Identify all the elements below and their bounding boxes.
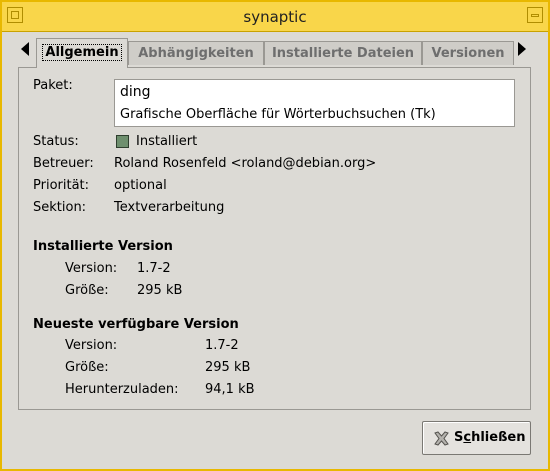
priority-value: optional [114,178,167,193]
status-value: Installiert [136,134,198,149]
package-label: Paket: [33,78,73,93]
maintainer-value: Roland Rosenfeld <roland@debian.org> [114,156,377,171]
tab-allgemein[interactable]: Allgemein [36,38,128,68]
close-label-prefix: S [454,430,464,445]
tab-versionen-label: Versionen [431,46,505,61]
status-indicator-icon [116,135,129,148]
latest-size-label: Größe: [65,360,109,375]
tab-scroll-right-icon[interactable] [518,42,526,56]
latest-size-value: 295 kB [205,360,251,375]
installed-size-label: Größe: [65,283,109,298]
close-button-label: Schließen [454,430,526,445]
package-name: ding [120,84,151,100]
minimize-button[interactable] [527,7,543,23]
package-info-box: ding Grafische Oberfläche für Wörterbuch… [114,79,515,127]
tab-installierte-dateien-label: Installierte Dateien [271,46,415,61]
tab-versionen[interactable]: Versionen [422,41,514,65]
title-bar[interactable]: synaptic [2,2,548,32]
latest-version-value: 1.7-2 [205,338,239,353]
installed-version-value: 1.7-2 [137,261,171,276]
status-label: Status: [33,134,79,149]
close-button[interactable]: Schließen [422,421,531,455]
download-size-label: Herunterzuladen: [65,382,179,397]
section-value: Textverarbeitung [114,200,225,215]
installed-version-heading: Installierte Version [33,239,173,254]
close-label-suffix: hließen [471,430,526,445]
tab-abhaengigkeiten-label: Abhängigkeiten [138,46,254,61]
close-label-mnemonic: c [463,430,472,445]
tab-installierte-dateien[interactable]: Installierte Dateien [264,41,422,65]
section-label: Sektion: [33,200,87,215]
maintainer-label: Betreuer: [33,156,94,171]
close-icon [434,431,449,446]
tab-abhaengigkeiten[interactable]: Abhängigkeiten [128,41,264,65]
latest-version-label: Version: [65,338,118,353]
installed-size-value: 295 kB [137,283,183,298]
package-description: Grafische Oberfläche für Wörterbuchsuche… [120,107,436,122]
latest-version-heading: Neueste verfügbare Version [33,317,239,332]
installed-version-label: Version: [65,261,118,276]
priority-label: Priorität: [33,178,90,193]
tab-allgemein-label: Allgemein [42,44,122,61]
tab-scroll-left-icon[interactable] [21,42,29,56]
window-title: synaptic [243,8,307,26]
download-size-value: 94,1 kB [205,382,255,397]
